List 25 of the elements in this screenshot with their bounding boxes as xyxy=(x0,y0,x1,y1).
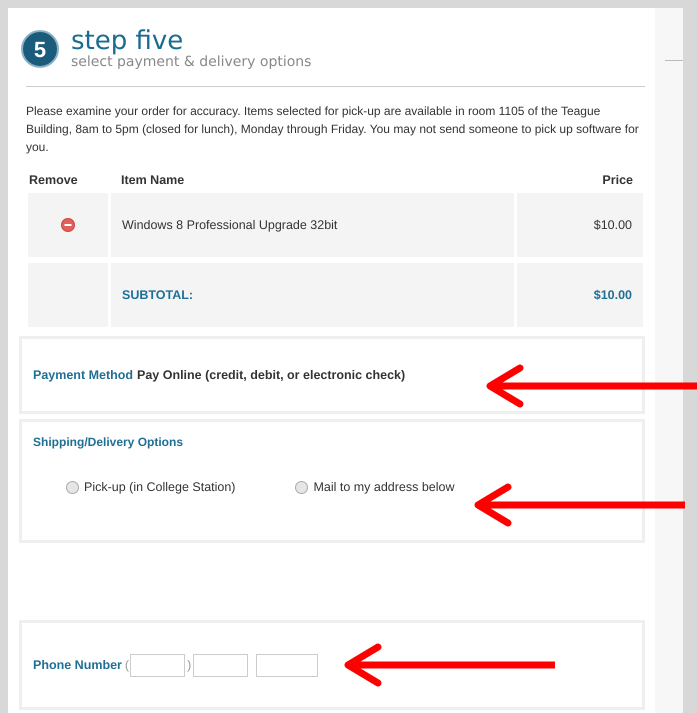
payment-value: Pay Online (credit, debit, or electronic check) xyxy=(137,366,406,384)
remove-icon[interactable] xyxy=(61,218,75,232)
step-subtitle: select payment & delivery options xyxy=(71,54,312,70)
column-header: Item Name xyxy=(120,172,186,190)
shipping-title: Shipping/Delivery Options xyxy=(33,434,184,451)
radio-button[interactable] xyxy=(295,480,308,494)
paren-text: ( xyxy=(124,656,130,674)
table-cell: Windows 8 Professional Upgrade 32bit xyxy=(111,193,514,257)
phone-label: Phone Number xyxy=(33,656,122,674)
area-code-field[interactable] xyxy=(130,654,186,676)
radio-button[interactable] xyxy=(66,480,79,494)
table-cell: SUBTOTAL: xyxy=(111,263,514,327)
radio-label: Pick-up (in College Station) xyxy=(84,479,236,496)
table-cell: $10.00 xyxy=(517,263,643,327)
payment-label: Payment Method xyxy=(33,366,134,384)
column-header: Price xyxy=(601,172,634,190)
phone-line-field[interactable] xyxy=(256,654,318,676)
step-number-badge: 5 xyxy=(21,30,59,68)
table-cell: $10.00 xyxy=(517,193,643,257)
phone-prefix-field[interactable] xyxy=(193,654,248,676)
radio-label: Mail to my address below xyxy=(313,479,454,496)
step-title: step five xyxy=(71,28,184,54)
paren-text: ) xyxy=(187,656,192,674)
column-header: Remove xyxy=(28,172,79,190)
intro-text: Please examine your order for accuracy. Items selected for pick-up are available in room 1105 of the Teague Building, 8am to 5pm (closed for lunch), Monday through Friday. You may not send someone to pick up software for you. xyxy=(25,103,640,156)
